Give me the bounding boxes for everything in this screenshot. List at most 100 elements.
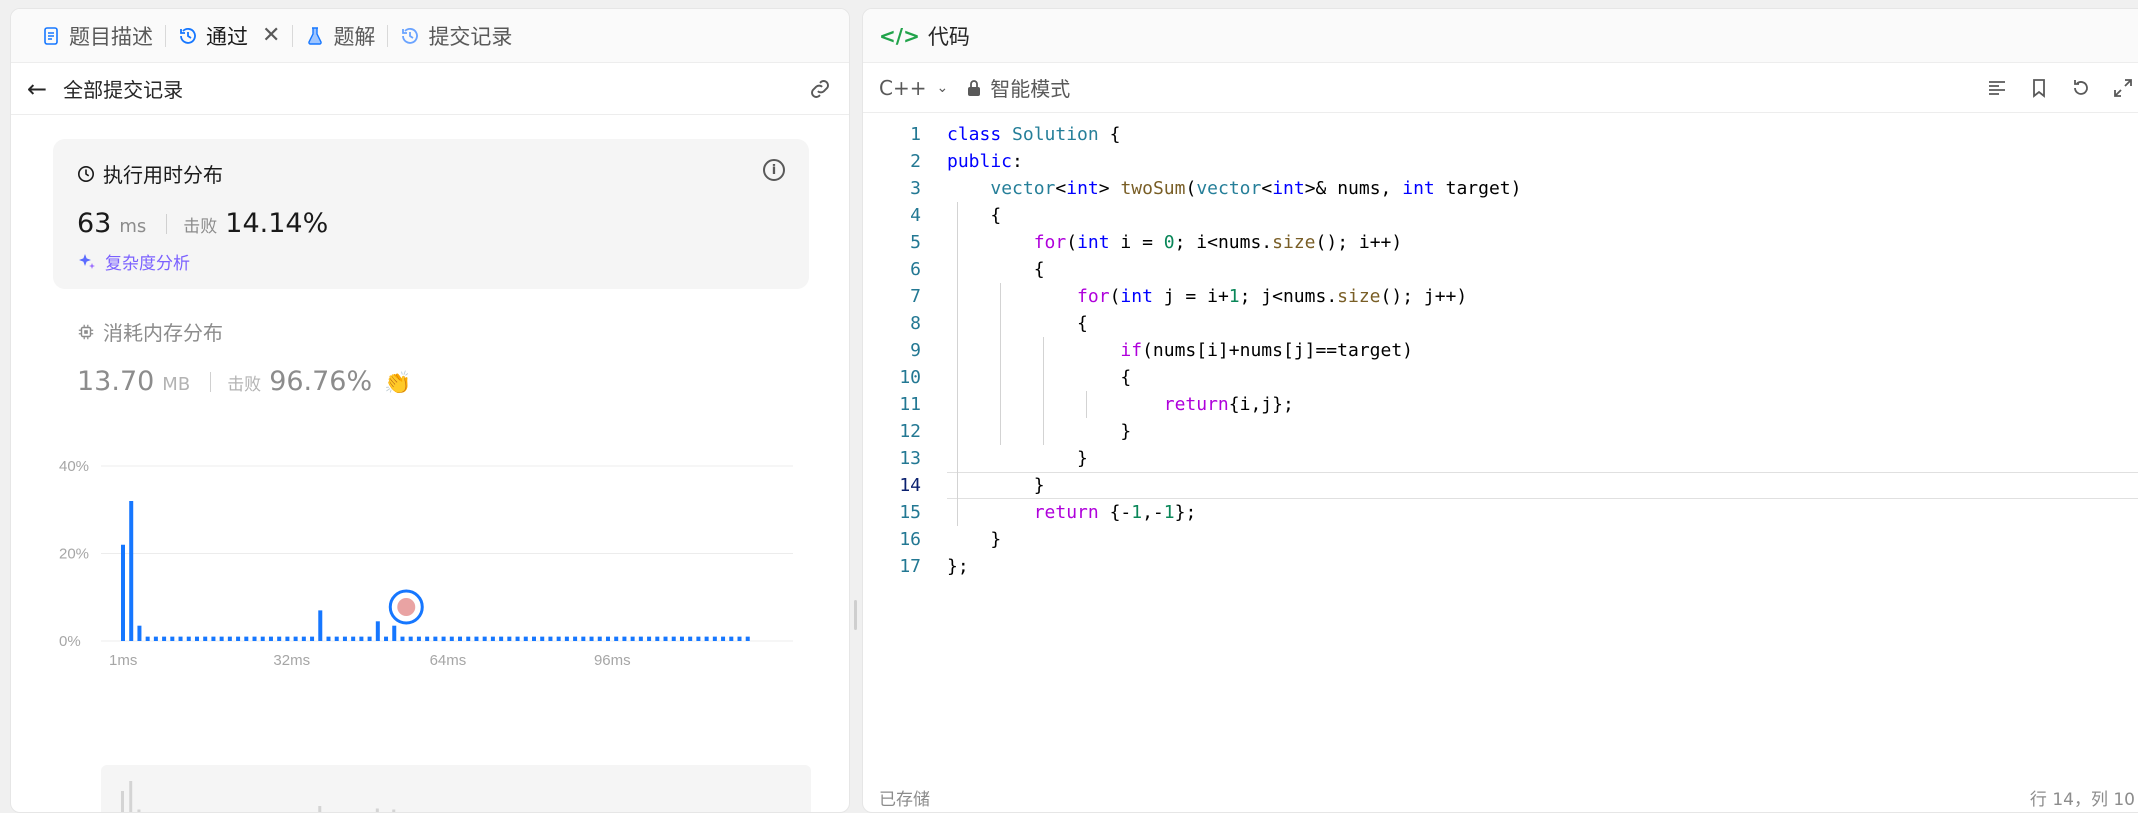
chart-bar[interactable] [663, 636, 668, 641]
chart-bar[interactable] [474, 636, 479, 641]
chart-bar[interactable] [367, 636, 372, 641]
chart-bar[interactable] [211, 636, 216, 641]
chart-bar[interactable] [449, 636, 454, 641]
chart-bar[interactable] [227, 636, 232, 641]
chart-bar[interactable] [638, 636, 643, 641]
chart-bar[interactable] [589, 636, 594, 641]
tab-description[interactable]: 题目描述 [29, 9, 165, 63]
chart-bar[interactable] [203, 636, 208, 641]
chart-bar[interactable] [507, 636, 512, 641]
info-icon[interactable]: i [763, 159, 785, 181]
chart-bar[interactable] [318, 610, 323, 641]
chart-bar[interactable] [425, 636, 430, 641]
chart-bar[interactable] [342, 636, 347, 641]
chart-bar[interactable] [244, 636, 249, 641]
chart-bar[interactable] [490, 636, 495, 641]
chart-bar[interactable] [556, 636, 561, 641]
chart-bar[interactable] [170, 636, 175, 641]
memory-section[interactable]: 消耗内存分布 13.70 MB 击败 96.76% 👏 [77, 317, 412, 397]
runtime-card[interactable]: 执行用时分布 i 63 ms 击败 14.14% 复杂度分析 [53, 139, 809, 289]
code-editor[interactable]: 1 class Solution {2 public: 3 vector<int> t… [863, 121, 2138, 772]
chart-bar[interactable] [301, 636, 306, 641]
chart-bar[interactable] [359, 636, 364, 641]
chart-bar[interactable] [236, 636, 241, 641]
chart-bar[interactable] [581, 636, 586, 641]
smart-mode[interactable]: 智能模式 [966, 73, 1070, 102]
chart-bar[interactable] [655, 636, 660, 641]
close-icon[interactable]: ✕ [262, 23, 280, 48]
chart-bar[interactable] [129, 501, 134, 641]
chart-bar[interactable] [630, 636, 635, 641]
chart-bar[interactable] [540, 636, 545, 641]
chart-bar[interactable] [515, 636, 520, 641]
chart-bar[interactable] [194, 636, 199, 641]
chart-bar[interactable] [277, 636, 282, 641]
chart-bar[interactable] [145, 636, 150, 641]
chart-bar[interactable] [268, 636, 273, 641]
chart-bar[interactable] [326, 636, 331, 641]
panel-resize-handle[interactable] [854, 600, 857, 630]
chart-bar[interactable] [392, 625, 397, 641]
result-scroll-area[interactable]: 执行用时分布 i 63 ms 击败 14.14% 复杂度分析 消耗内存分布 13… [11, 117, 849, 812]
chart-bar[interactable] [153, 636, 158, 641]
chart-bar[interactable] [729, 636, 734, 641]
chart-bar[interactable] [688, 636, 693, 641]
chart-bar[interactable] [162, 636, 167, 641]
chart-bar[interactable] [499, 636, 504, 641]
chart-bar[interactable] [523, 636, 528, 641]
chart-bar[interactable] [416, 636, 421, 641]
format-icon[interactable] [1985, 76, 2009, 100]
chart-bar[interactable] [293, 636, 298, 641]
chart-bar[interactable] [219, 636, 224, 641]
tab-accepted[interactable]: 通过 ✕ [166, 9, 292, 63]
chart-bar[interactable] [458, 636, 463, 641]
chart-bar[interactable] [737, 636, 742, 641]
chart-bar[interactable] [178, 636, 183, 641]
runtime-distribution-chart[interactable]: 40% 20% 0% 1ms 32ms 64ms 96ms [51, 461, 811, 741]
chart-bar[interactable] [647, 636, 652, 641]
chart-bar[interactable] [384, 636, 389, 641]
chart-bar[interactable] [671, 636, 676, 641]
chart-bar[interactable] [375, 621, 380, 641]
chart-bar[interactable] [285, 636, 290, 641]
link-icon[interactable] [807, 76, 833, 102]
chart-bar[interactable] [351, 636, 356, 641]
user-avatar-marker[interactable] [388, 589, 424, 625]
chart-bar[interactable] [137, 625, 142, 641]
chart-bar[interactable] [597, 636, 602, 641]
chart-bar[interactable] [622, 636, 627, 641]
chart-bar[interactable] [548, 636, 553, 641]
chart-bar[interactable] [408, 636, 413, 641]
chart-bar[interactable] [721, 636, 726, 641]
chart-bar[interactable] [679, 636, 684, 641]
chart-bar[interactable] [532, 636, 536, 641]
chart-minimap[interactable]: 1ms32ms64ms96ms [101, 765, 811, 812]
chart-bar[interactable] [433, 636, 438, 641]
chart-bar[interactable] [605, 636, 610, 641]
chart-bar[interactable] [260, 636, 265, 641]
chart-bar[interactable] [482, 636, 487, 641]
reset-icon[interactable] [2069, 76, 2093, 100]
chart-bar[interactable] [310, 636, 315, 641]
chart-bar[interactable] [334, 636, 339, 641]
back-to-submissions[interactable]: ← 全部提交记录 [27, 74, 183, 103]
chart-bar[interactable] [614, 636, 619, 641]
complexity-analysis-link[interactable]: 复杂度分析 [77, 249, 785, 274]
chart-bar[interactable] [564, 636, 569, 641]
chart-bar[interactable] [745, 636, 750, 641]
chart-bar[interactable] [186, 636, 191, 641]
language-select[interactable]: C++ ⌄ [879, 76, 948, 100]
tab-solutions[interactable]: 题解 [293, 9, 387, 63]
chart-bar[interactable] [712, 636, 717, 641]
chart-bar[interactable] [441, 636, 446, 641]
expand-icon[interactable] [2111, 76, 2135, 100]
chart-bar[interactable] [704, 636, 709, 641]
chart-bar[interactable] [573, 636, 578, 641]
chart-bar[interactable] [121, 544, 125, 641]
chart-bar[interactable] [466, 636, 471, 641]
chart-bar[interactable] [696, 636, 701, 641]
bookmark-icon[interactable] [2027, 76, 2051, 100]
chart-bar[interactable] [400, 636, 405, 641]
chart-bar[interactable] [252, 636, 257, 641]
tab-submissions[interactable]: 提交记录 [388, 9, 524, 63]
